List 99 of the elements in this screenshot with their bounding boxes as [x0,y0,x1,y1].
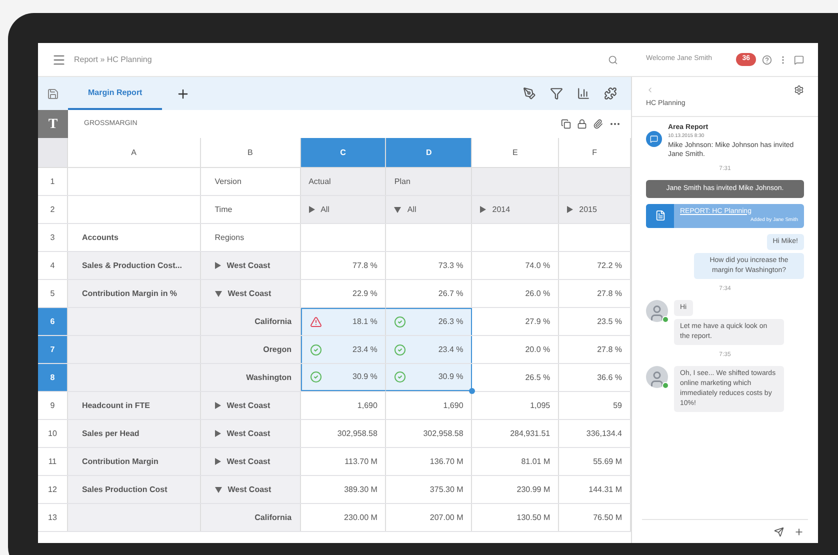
cell-value: 375.30 M [430,484,464,496]
lock-icon[interactable] [577,119,587,129]
table-cell: California [200,504,301,531]
column-header[interactable]: B [200,138,301,167]
help-icon[interactable] [762,54,772,64]
region-label: West Coast [228,484,272,496]
cell-value: 23.4 % [438,344,464,356]
cell-value: 26.0 % [525,288,550,300]
expanded-triangle-icon[interactable] [214,290,222,296]
chart-icon[interactable] [577,87,590,100]
cell-value: 76.50 M [593,512,622,524]
cell-value: 26.3 % [438,316,464,328]
cell-value: 336,134.4 [586,428,622,440]
cell-value: 30.9 % [438,371,464,383]
cell-value: 1,690 [443,400,464,412]
menu-icon[interactable] [52,52,66,66]
table-cell: Sales & Production Cost... [68,252,201,279]
table-cell: Version [200,168,301,195]
cell-value: 136.70 M [430,456,464,468]
document-icon [654,210,666,221]
cell-value: 144.31 M [588,484,622,496]
cell-value: 23.5 % [597,316,622,328]
cell-value: 389.30 M [344,484,378,496]
cell-value: 20.0 % [525,344,550,356]
cell-value: 26.7 % [438,288,464,300]
table-cell: Contribution Margin in % [68,280,201,307]
chat-notification-icon [646,130,662,146]
selection-handle[interactable] [469,388,476,394]
cell-value: 30.9 % [352,371,378,383]
cell-value: 284,931.51 [510,428,550,440]
filter-icon[interactable] [550,87,563,100]
cell-value: 23.4 % [352,344,378,356]
expanded-triangle-icon[interactable] [394,206,402,212]
member-label: All [407,204,416,216]
table-cell: Washington [200,364,301,391]
cell-value: 27.9 % [525,316,550,328]
cell-value: 207.00 M [430,512,464,524]
settings-icon[interactable] [794,85,804,95]
search-icon[interactable] [608,54,618,64]
send-icon[interactable] [774,526,784,536]
collapsed-triangle-icon[interactable] [214,402,221,409]
cell-value: 18.1 % [352,316,378,328]
table-cell: Sales Production Cost [68,476,201,503]
table-cell: Contribution Margin [68,448,201,475]
paperclip-icon[interactable] [593,119,603,129]
cell-value: 302,958.58 [423,428,464,440]
cell-value: 22.9 % [352,288,378,300]
avatar [646,300,668,322]
cell-value: 26.5 % [525,372,550,384]
cell-value: 230.99 M [516,484,550,496]
collapsed-triangle-icon[interactable] [214,458,221,465]
puzzle-icon[interactable] [604,87,617,100]
collapsed-triangle-icon[interactable] [214,430,221,437]
member-label: 2014 [492,204,510,216]
cell-value: 27.8 % [597,288,622,300]
member-label: 2015 [579,204,597,216]
avatar [646,366,668,388]
copy-icon[interactable] [561,119,571,129]
cell-value: 113.70 M [344,456,378,468]
cell-value: 302,958.58 [337,428,378,440]
cell-value: 55.69 M [593,456,622,468]
cell-value: 81.01 M [521,456,550,468]
cell-value: 74.0 % [525,260,550,272]
cell-value: 1,095 [530,400,550,412]
add-tab-icon[interactable] [176,86,190,100]
text-type-badge: T [38,110,68,138]
region-label: West Coast [226,456,270,468]
table-cell: Oregon [200,336,301,363]
save-icon[interactable] [47,88,59,100]
expanded-triangle-icon[interactable] [214,486,222,492]
member-label: All [320,204,330,216]
cell-value: 230.00 M [344,512,378,524]
cell-value: 73.3 % [438,260,464,272]
table-cell: California [200,308,301,335]
collapsed-triangle-icon[interactable] [214,262,221,269]
table-cell: Regions [200,224,301,251]
table-cell: Headcount in FTE [68,392,201,419]
member-label: Plan [394,176,410,188]
table-cell: Sales per Head [68,420,201,447]
cell-value: 77.8 % [352,260,378,272]
cell-value: 72.2 % [597,260,622,272]
region-label: West Coast [228,288,272,300]
add-icon[interactable] [794,526,804,536]
breadcrumb: Report » HC Planning [74,54,152,66]
collapsed-triangle-icon[interactable] [480,206,486,213]
collapsed-triangle-icon[interactable] [567,206,574,213]
cell-value: 36.6 % [597,372,622,384]
cell-value: 1,690 [357,400,378,412]
table-cell: Time [200,196,301,223]
region-label: West Coast [226,260,270,272]
region-label: West Coast [226,428,270,440]
region-label: West Coast [226,400,270,412]
chat-icon[interactable] [794,54,804,64]
cell-value: 130.50 M [516,512,550,524]
cell-value: 59 [613,400,622,412]
member-label: Actual [308,176,331,188]
cell-value: 27.8 % [597,344,622,356]
pen-icon[interactable] [523,87,536,100]
collapsed-triangle-icon[interactable] [308,206,315,213]
